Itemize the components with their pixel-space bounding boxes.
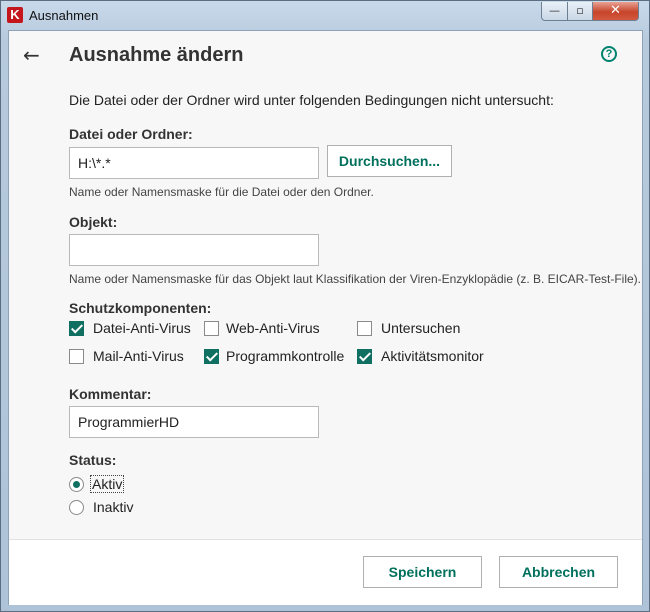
- title-bar[interactable]: K Ausnahmen — ▫ ✕: [1, 1, 649, 31]
- close-button[interactable]: ✕: [592, 2, 639, 21]
- maximize-button[interactable]: ▫: [567, 2, 593, 21]
- comment-label: Kommentar:: [69, 386, 152, 402]
- dialog-footer: Speichern Abbrechen: [9, 539, 642, 605]
- components-label: Schutzkomponenten:: [69, 300, 212, 316]
- radio-aktiv[interactable]: [69, 477, 84, 492]
- dialog-content: ← Ausnahme ändern ? Die Datei oder der O…: [8, 30, 643, 605]
- radio-label-inaktiv[interactable]: Inaktiv: [93, 499, 133, 515]
- file-or-folder-hint: Name oder Namensmaske für die Datei oder…: [69, 185, 374, 199]
- radio-label-aktiv[interactable]: Aktiv: [89, 475, 125, 493]
- checkbox-datei-anti-virus[interactable]: [69, 321, 84, 336]
- checkbox-web-anti-virus[interactable]: [204, 321, 219, 336]
- window-title: Ausnahmen: [29, 8, 99, 23]
- comment-input[interactable]: [69, 406, 319, 438]
- checkbox-label[interactable]: Aktivitätsmonitor: [381, 348, 484, 364]
- cancel-button[interactable]: Abbrechen: [499, 556, 618, 588]
- save-button[interactable]: Speichern: [363, 556, 482, 588]
- checkbox-mail-anti-virus[interactable]: [69, 349, 84, 364]
- object-input[interactable]: [69, 234, 319, 266]
- object-hint: Name oder Namensmaske für das Objekt lau…: [69, 272, 641, 286]
- page-title: Ausnahme ändern: [69, 44, 244, 66]
- checkbox-label[interactable]: Programmkontrolle: [226, 348, 344, 364]
- window: K Ausnahmen — ▫ ✕ ← Ausnahme ändern ? Di…: [0, 0, 650, 612]
- file-or-folder-label: Datei oder Ordner:: [69, 126, 193, 142]
- checkbox-aktivitaetsmonitor[interactable]: [357, 349, 372, 364]
- checkbox-untersuchen[interactable]: [357, 321, 372, 336]
- back-arrow-icon[interactable]: ←: [23, 43, 40, 67]
- checkbox-programmkontrolle[interactable]: [204, 349, 219, 364]
- description-text: Die Datei oder der Ordner wird unter fol…: [69, 92, 554, 108]
- radio-label[interactable]: Aktiv: [89, 475, 125, 493]
- minimize-button[interactable]: —: [541, 2, 568, 21]
- object-label: Objekt:: [69, 214, 118, 230]
- checkbox-label[interactable]: Datei-Anti-Virus: [93, 320, 191, 336]
- checkbox-label[interactable]: Web-Anti-Virus: [226, 320, 320, 336]
- file-or-folder-input[interactable]: [69, 147, 319, 179]
- browse-button[interactable]: Durchsuchen...: [327, 145, 452, 177]
- kaspersky-logo-icon: K: [7, 7, 23, 23]
- checkbox-label[interactable]: Mail-Anti-Virus: [93, 348, 184, 364]
- status-label: Status:: [69, 452, 117, 468]
- checkbox-label[interactable]: Untersuchen: [381, 320, 460, 336]
- help-icon[interactable]: ?: [601, 46, 617, 62]
- radio-inaktiv[interactable]: [69, 500, 84, 515]
